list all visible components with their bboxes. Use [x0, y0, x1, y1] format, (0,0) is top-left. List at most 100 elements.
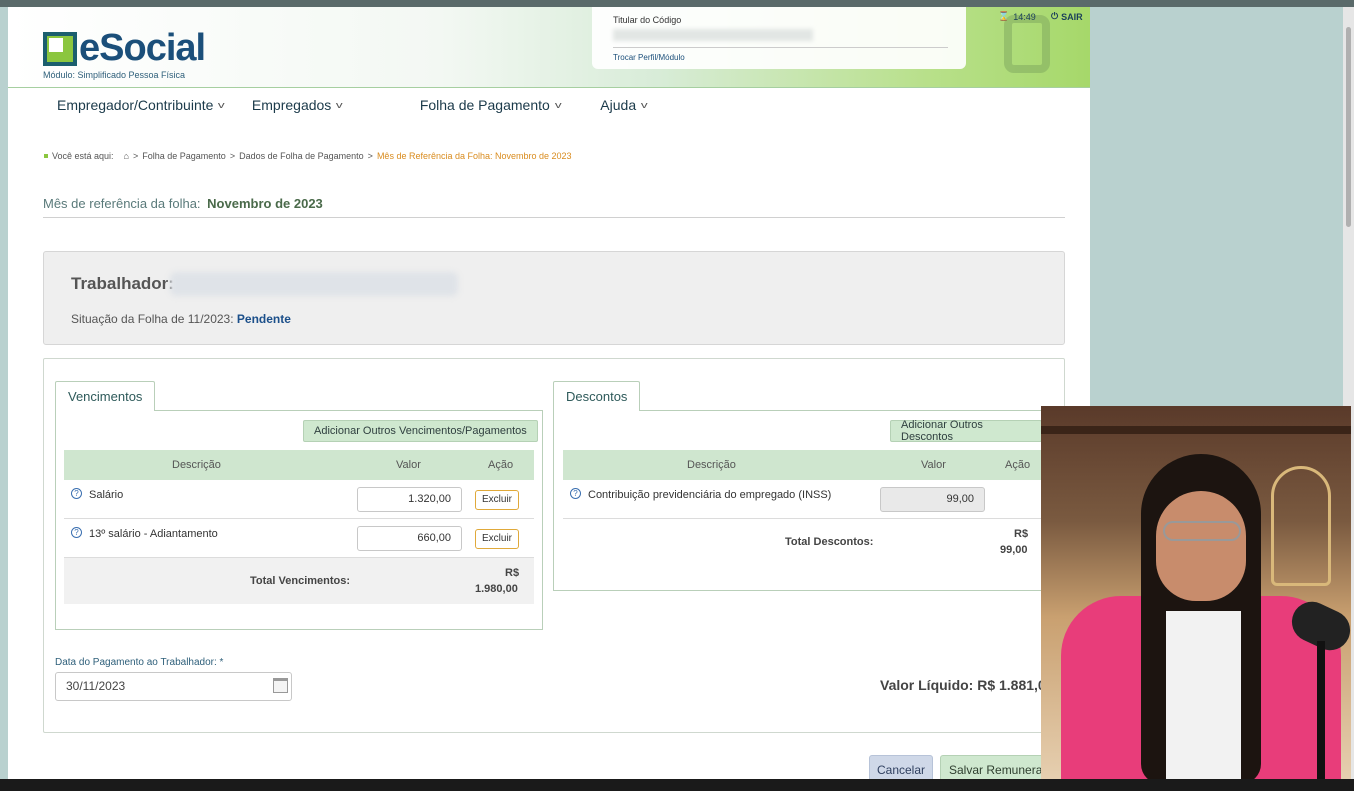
- earning-value-input[interactable]: 1.320,00: [357, 487, 462, 512]
- deductions-table-header: Descrição Valor Ação: [563, 450, 1043, 480]
- deductions-total-row: Total Descontos: R$ 99,00: [563, 519, 1043, 565]
- power-icon: ⏻: [1051, 11, 1059, 21]
- esocial-logo[interactable]: eSocial: [43, 27, 206, 70]
- breadcrumb-separator: >: [367, 151, 373, 161]
- total-label: Total Descontos:: [785, 536, 874, 548]
- column-header: Ação: [488, 459, 514, 471]
- total-value: 99,00: [1000, 544, 1028, 556]
- delete-button[interactable]: Excluir: [475, 529, 519, 549]
- chevron-down-icon: v: [336, 100, 343, 110]
- add-deductions-button[interactable]: Adicionar Outros Descontos: [890, 419, 1042, 443]
- header: eSocial Módulo: Simplificado Pessoa Físi…: [8, 7, 1090, 88]
- switch-profile-link[interactable]: Trocar Perfil/Módulo: [613, 53, 685, 62]
- tab-descontos[interactable]: Descontos: [553, 381, 641, 411]
- calendar-icon[interactable]: [273, 678, 288, 693]
- scrollbar-thumb[interactable]: [1346, 27, 1351, 227]
- payroll-status: Situação da Folha de 11/2023: Pendente: [71, 312, 291, 326]
- column-header: Valor: [921, 459, 946, 471]
- nav-item-empregador[interactable]: Empregador/Contribuinte v: [57, 95, 226, 115]
- worker-label: Trabalhador:: [71, 274, 174, 293]
- presenter-webcam-overlay: [1041, 406, 1351, 790]
- breadcrumb-separator: >: [229, 151, 236, 161]
- status-badge: Pendente: [236, 312, 291, 326]
- net-value: Valor Líquido: R$ 1.881,00: [880, 677, 1054, 693]
- nav-item-ajuda[interactable]: Ajuda v: [600, 95, 648, 115]
- header-decoration: [1004, 15, 1050, 73]
- background-shelf: [1041, 426, 1351, 434]
- user-name-redacted: [613, 29, 813, 41]
- user-box: Titular do Código Trocar Perfil/Módulo: [592, 7, 966, 69]
- nav-item-empregados[interactable]: Empregados v: [251, 95, 343, 115]
- breadcrumb-current: Mês de Referência da Folha: Novembro de …: [376, 151, 572, 161]
- worker-card: Trabalhador: Situação da Folha de 11/202…: [43, 251, 1065, 345]
- help-icon[interactable]: ?: [71, 488, 82, 499]
- breadcrumb-prefix: Você está aqui:: [52, 151, 114, 161]
- module-label: Módulo: Simplificado Pessoa Física: [43, 70, 186, 80]
- earning-value-input[interactable]: 660,00: [357, 526, 462, 551]
- os-taskbar: [0, 779, 1354, 791]
- help-icon[interactable]: ?: [570, 488, 581, 499]
- breadcrumb-separator: >: [132, 151, 139, 161]
- table-row: ? Salário 1.320,00 Excluir: [64, 480, 534, 519]
- deduction-value-field: 99,00: [880, 487, 985, 512]
- logout-label: SAIR: [1061, 11, 1083, 22]
- chevron-down-icon: v: [218, 100, 226, 110]
- hourglass-icon: ⌛: [998, 11, 1010, 21]
- presenter-shirt: [1166, 611, 1241, 790]
- earning-description: 13º salário - Adiantamento: [89, 528, 218, 540]
- nav-label: Empregador/Contribuinte: [57, 97, 214, 113]
- bullet-icon: [44, 154, 48, 158]
- nav-label: Empregados: [251, 97, 332, 113]
- session-time: 14:49: [1013, 11, 1036, 22]
- reference-value: Novembro de 2023: [207, 196, 323, 211]
- delete-button[interactable]: Excluir: [475, 490, 519, 510]
- deduction-description: Contribuição previdenciária do empregado…: [588, 489, 832, 501]
- microphone-stand: [1317, 641, 1325, 790]
- worker-name-redacted: [170, 272, 458, 296]
- user-title: Titular do Código: [613, 15, 682, 25]
- background-lamp: [1271, 466, 1331, 586]
- reference-label: Mês de referência da folha:: [43, 196, 201, 211]
- earning-description: Salário: [89, 489, 124, 501]
- status-label: Situação da Folha de 11/2023:: [71, 312, 234, 326]
- table-row: ? Contribuição previdenciária do emprega…: [563, 480, 1043, 519]
- table-row: ? 13º salário - Adiantamento 660,00 Excl…: [64, 519, 534, 558]
- column-header: Descrição: [172, 459, 221, 471]
- total-label: Total Vencimentos:: [250, 575, 351, 587]
- help-icon[interactable]: ?: [71, 527, 82, 538]
- breadcrumb-dados[interactable]: Dados de Folha de Pagamento: [239, 151, 364, 161]
- column-header: Ação: [1005, 459, 1031, 471]
- home-icon[interactable]: ⌂: [124, 151, 129, 161]
- logo-mark-icon: [43, 31, 77, 66]
- logout-button[interactable]: ⏻ SAIR: [1051, 11, 1083, 22]
- payment-date-label: Data do Pagamento ao Trabalhador: *: [55, 657, 224, 668]
- descontos-panel: Adicionar Outros Descontos Descrição Val…: [553, 410, 1043, 591]
- logo-text: eSocial: [79, 27, 206, 69]
- add-earnings-button[interactable]: Adicionar Outros Vencimentos/Pagamentos: [303, 420, 538, 442]
- chevron-down-icon: v: [640, 100, 648, 110]
- vencimentos-panel: Adicionar Outros Vencimentos/Pagamentos …: [55, 410, 543, 630]
- nav-item-folha[interactable]: Folha de Pagamento v: [419, 95, 562, 115]
- nav-label: Folha de Pagamento: [419, 97, 550, 113]
- reference-month: Mês de referência da folha: Novembro de …: [43, 196, 1065, 218]
- column-header: Descrição: [687, 459, 736, 471]
- total-currency: R$: [505, 567, 520, 579]
- earnings-total-row: Total Vencimentos: R$ 1.980,00: [64, 558, 534, 604]
- presenter-glasses: [1163, 521, 1241, 541]
- cancel-button[interactable]: Cancelar: [869, 755, 933, 779]
- column-header: Valor: [396, 459, 421, 471]
- chevron-down-icon: v: [554, 100, 562, 110]
- presenter-face: [1156, 491, 1246, 601]
- session-clock: ⌛ 14:49: [998, 11, 1036, 22]
- payment-date-value: 30/11/2023: [66, 679, 126, 693]
- esocial-page: eSocial Módulo: Simplificado Pessoa Físi…: [8, 7, 1090, 779]
- breadcrumb-folha[interactable]: Folha de Pagamento: [142, 151, 226, 161]
- nav-label: Ajuda: [600, 97, 637, 113]
- payment-date-input[interactable]: 30/11/2023: [55, 672, 292, 701]
- total-currency: R$: [1014, 528, 1029, 540]
- tab-vencimentos[interactable]: Vencimentos: [55, 381, 156, 411]
- earnings-table-header: Descrição Valor Ação: [64, 450, 534, 480]
- user-divider: [613, 47, 948, 48]
- breadcrumb: Você está aqui: ⌂ > Folha de Pagamento >…: [44, 151, 572, 161]
- window-top-strip: [0, 0, 1354, 7]
